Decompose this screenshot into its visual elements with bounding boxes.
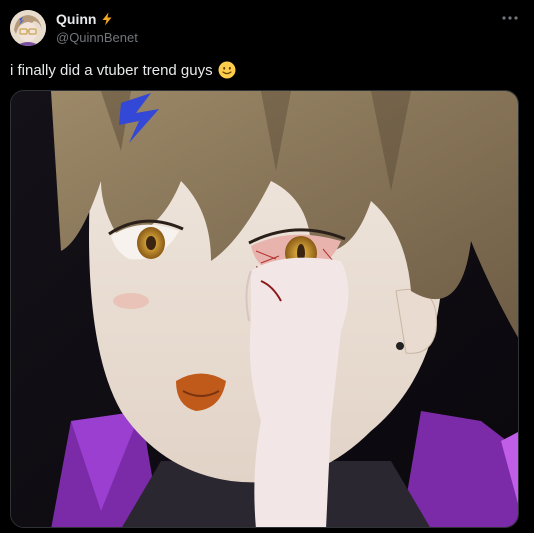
tweet-media-image[interactable] [10, 90, 519, 528]
tweet-text: i finally did a vtuber trend guys [10, 61, 236, 79]
illustration [11, 91, 518, 527]
user-handle[interactable]: @QuinnBenet [56, 30, 138, 45]
display-name[interactable]: Quinn [56, 11, 96, 27]
author-info: Quinn @QuinnBenet [56, 10, 138, 45]
more-options-icon[interactable] [500, 10, 520, 26]
tweet-body: i finally did a vtuber trend guys [10, 61, 213, 79]
slightly-smiling-face-icon [218, 61, 236, 79]
lightning-bolt-icon [100, 12, 114, 26]
name-row: Quinn [56, 10, 138, 28]
avatar-image [10, 10, 46, 46]
avatar[interactable] [10, 10, 46, 46]
tweet-post: Quinn @QuinnBenet i finally did a vtuber… [0, 0, 534, 533]
